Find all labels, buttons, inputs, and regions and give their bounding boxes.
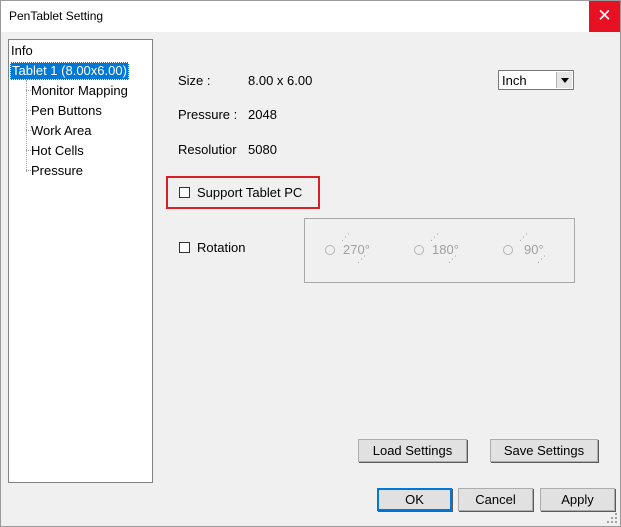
- unit-select-value: Inch: [502, 73, 527, 88]
- tree-item-monitor-mapping[interactable]: Monitor Mapping: [31, 82, 128, 100]
- rotate-icon: ⋰: [519, 232, 528, 242]
- title-bar: PenTablet Setting ✕: [1, 1, 620, 32]
- cancel-button[interactable]: Cancel: [458, 488, 533, 511]
- tree-item-hot-cells[interactable]: Hot Cells: [31, 142, 84, 160]
- resolution-value: 5080: [248, 142, 277, 157]
- rotation-270-radio[interactable]: [325, 245, 335, 255]
- ok-button[interactable]: OK: [377, 488, 452, 511]
- close-icon: ✕: [597, 6, 612, 26]
- rotation-options-group: ⋰ 270° ⋰ ⋰ 180° ⋰ ⋰ 90° ⋰: [304, 218, 575, 283]
- support-tablet-pc-checkbox[interactable]: [179, 187, 190, 198]
- rotation-label[interactable]: Rotation: [197, 240, 245, 255]
- rotation-180-radio[interactable]: [414, 245, 424, 255]
- rotate-icon: ⋰: [357, 254, 366, 264]
- rotate-icon: ⋰: [537, 254, 546, 264]
- unit-select[interactable]: Inch: [498, 70, 574, 90]
- pressure-label: Pressure :: [178, 107, 238, 122]
- window-title: PenTablet Setting: [9, 9, 104, 23]
- rotate-icon: ⋰: [341, 232, 350, 242]
- size-label: Size :: [178, 73, 211, 88]
- settings-tree[interactable]: Info Tablet 1 (8.00x6.00) Monitor Mappin…: [8, 39, 153, 483]
- chevron-down-icon[interactable]: [556, 72, 572, 88]
- resolution-label: Resolutior: [178, 142, 237, 157]
- tree-item-pressure[interactable]: Pressure: [31, 162, 83, 180]
- rotate-icon: ⋰: [448, 254, 457, 264]
- size-value: 8.00 x 6.00: [248, 73, 313, 88]
- close-button[interactable]: ✕: [589, 1, 620, 32]
- save-settings-button[interactable]: Save Settings: [490, 439, 598, 462]
- tree-item-tablet-1[interactable]: Tablet 1 (8.00x6.00): [10, 62, 129, 80]
- rotation-90-radio[interactable]: [503, 245, 513, 255]
- apply-button[interactable]: Apply: [540, 488, 615, 511]
- pressure-value: 2048: [248, 107, 277, 122]
- rotation-checkbox[interactable]: [179, 242, 190, 253]
- pentablet-setting-window: PenTablet Setting ✕ Info Tablet 1 (8.00x…: [0, 0, 621, 527]
- rotate-icon: ⋰: [430, 232, 439, 242]
- tree-item-pen-buttons[interactable]: Pen Buttons: [31, 102, 102, 120]
- resize-grip-icon[interactable]: [607, 513, 617, 523]
- tree-item-work-area[interactable]: Work Area: [31, 122, 91, 140]
- tree-item-info[interactable]: Info: [11, 42, 33, 60]
- load-settings-button[interactable]: Load Settings: [358, 439, 467, 462]
- tree-connector: [26, 80, 27, 172]
- support-tablet-pc-label[interactable]: Support Tablet PC: [197, 185, 302, 200]
